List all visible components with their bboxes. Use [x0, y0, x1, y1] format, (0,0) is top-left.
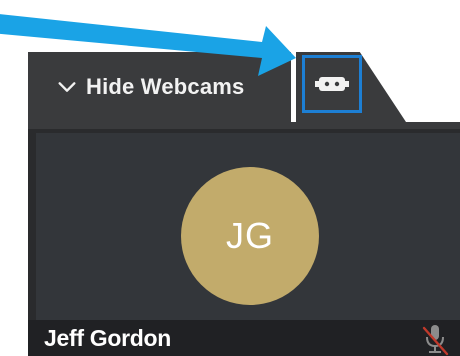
avatar: JG	[181, 167, 319, 305]
webcam-tab-bar: Hide Webcams	[0, 52, 460, 122]
tab-divider	[293, 52, 296, 122]
panel-top-border	[28, 122, 460, 129]
avatar-initials: JG	[225, 215, 274, 256]
participant-name: Jeff Gordon	[44, 325, 172, 351]
webcam-area: Hide Webcams JG Jeff Gordon	[0, 0, 460, 356]
microphone-muted-icon[interactable]	[420, 322, 450, 356]
webcam-toggle-icon	[315, 77, 349, 91]
webcam-toggle-button[interactable]	[302, 55, 362, 113]
hide-webcams-button[interactable]: Hide Webcams	[28, 52, 291, 122]
hide-webcams-label: Hide Webcams	[86, 74, 245, 99]
webcam-panel: JG Jeff Gordon	[28, 122, 460, 356]
chevron-down-icon	[58, 82, 76, 92]
participant-name-bar: Jeff Gordon	[28, 320, 460, 356]
